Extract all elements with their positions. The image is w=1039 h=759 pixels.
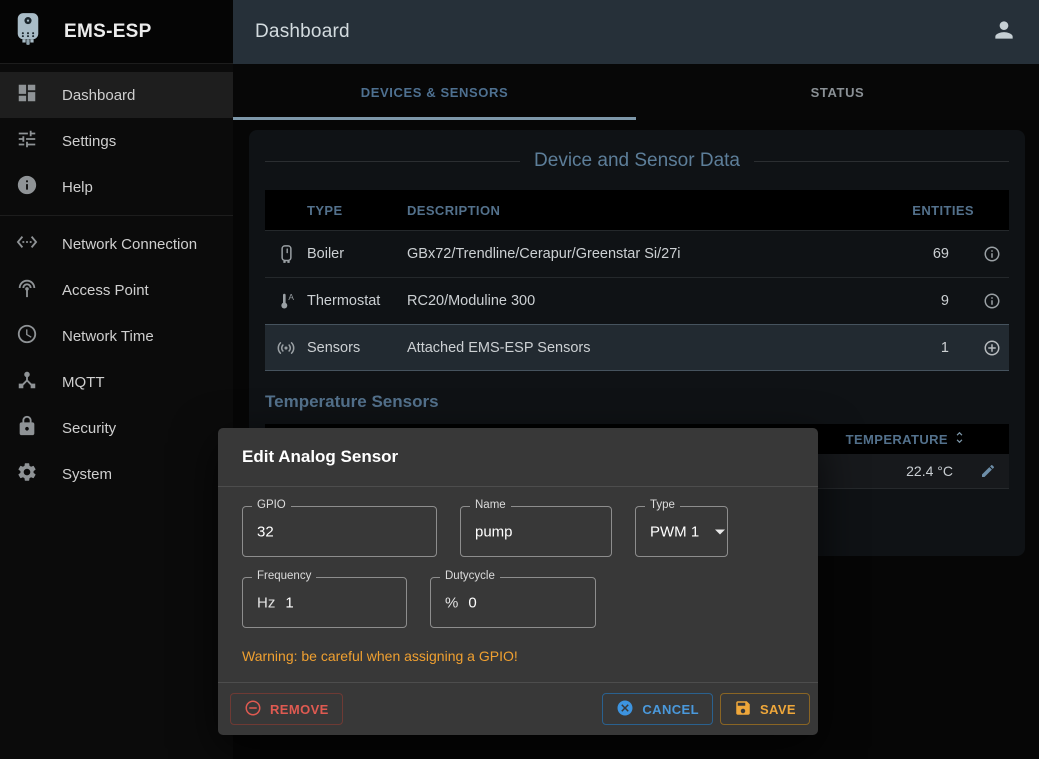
device-description: RC20/Moduline 300 xyxy=(407,293,804,309)
topbar: Dashboard xyxy=(233,0,1039,64)
boiler-logo-icon xyxy=(14,11,42,52)
divider xyxy=(265,161,520,162)
sidebar-item-label: Dashboard xyxy=(62,87,135,104)
dutycycle-value: 0 xyxy=(468,594,476,611)
sidebar-item-dashboard[interactable]: Dashboard xyxy=(0,72,233,118)
device-hub-icon xyxy=(16,369,38,395)
sidebar-item-label: Settings xyxy=(62,133,116,150)
sidebar-item-settings[interactable]: Settings xyxy=(0,118,233,164)
tune-icon xyxy=(16,128,38,154)
info-icon[interactable] xyxy=(974,292,1009,310)
sidebar-nav: Dashboard Settings Help Network Connecti… xyxy=(0,64,233,497)
table-row-boiler[interactable]: Boiler GBx72/Trendline/Cerapur/Greenstar… xyxy=(265,230,1009,277)
device-type: Boiler xyxy=(307,246,407,262)
frequency-label: Frequency xyxy=(252,570,316,582)
sidebar-item-label: System xyxy=(62,466,112,483)
edit-icon[interactable] xyxy=(967,463,1009,479)
frequency-value: 1 xyxy=(285,594,293,611)
device-entities: 9 xyxy=(804,293,974,309)
temperature-value: 22.4 °C xyxy=(807,463,967,479)
remove-button[interactable]: REMOVE xyxy=(230,693,343,725)
temperature-sensors-heading: Temperature Sensors xyxy=(265,392,1009,412)
dutycycle-unit: % xyxy=(445,594,458,611)
svg-text:A: A xyxy=(288,292,294,302)
device-type: Thermostat xyxy=(307,293,407,309)
device-description: Attached EMS-ESP Sensors xyxy=(407,340,804,356)
sidebar-item-network-time[interactable]: Network Time xyxy=(0,313,233,359)
info-icon xyxy=(16,174,38,200)
edit-analog-sensor-dialog: Edit Analog Sensor GPIO 32 Name pump Typ… xyxy=(218,428,818,735)
type-select[interactable]: Type PWM 1 xyxy=(635,506,728,557)
section-title: Device and Sensor Data xyxy=(534,150,740,172)
name-value: pump xyxy=(475,523,513,540)
name-field[interactable]: Name pump xyxy=(460,506,612,557)
column-header-type: TYPE xyxy=(307,203,407,218)
account-icon[interactable] xyxy=(991,17,1017,48)
sidebar-item-help[interactable]: Help xyxy=(0,164,233,210)
add-circle-icon[interactable] xyxy=(974,339,1009,357)
sidebar-item-label: Network Time xyxy=(62,328,154,345)
sidebar-item-label: MQTT xyxy=(62,374,105,391)
device-table-header: TYPE DESCRIPTION ENTITIES xyxy=(265,190,1009,230)
column-header-description: DESCRIPTION xyxy=(407,203,804,218)
sidebar-item-label: Help xyxy=(62,179,93,196)
cancel-circle-icon xyxy=(616,699,634,720)
device-type: Sensors xyxy=(307,340,407,356)
remove-circle-icon xyxy=(244,699,262,720)
dashboard-icon xyxy=(16,82,38,108)
sidebar-item-label: Access Point xyxy=(62,282,149,299)
page-title: Dashboard xyxy=(255,21,350,43)
gear-icon xyxy=(16,461,38,487)
gpio-label: GPIO xyxy=(252,499,291,511)
sidebar-item-network-connection[interactable]: Network Connection xyxy=(0,221,233,267)
gpio-field[interactable]: GPIO 32 xyxy=(242,506,437,557)
name-label: Name xyxy=(470,499,511,511)
dutycycle-label: Dutycycle xyxy=(440,570,500,582)
chevron-down-icon xyxy=(715,529,725,534)
boiler-icon xyxy=(265,244,307,265)
gpio-warning-text: Warning: be careful when assigning a GPI… xyxy=(242,648,794,664)
sidebar: EMS-ESP Dashboard Settings Help Netwo xyxy=(0,0,233,759)
device-entities: 1 xyxy=(804,340,974,356)
frequency-unit: Hz xyxy=(257,594,275,611)
sidebar-item-label: Network Connection xyxy=(62,236,197,253)
section-title-row: Device and Sensor Data xyxy=(265,150,1009,172)
thermostat-icon: A xyxy=(265,291,307,312)
cancel-button[interactable]: CANCEL xyxy=(602,693,713,725)
tab-devices-sensors[interactable]: DEVICES & SENSORS xyxy=(233,64,636,120)
divider xyxy=(754,161,1009,162)
ethernet-icon xyxy=(16,231,38,257)
save-icon xyxy=(734,699,752,720)
table-row-thermostat[interactable]: A Thermostat RC20/Moduline 300 9 xyxy=(265,277,1009,324)
gpio-value: 32 xyxy=(257,523,274,540)
sidebar-item-security[interactable]: Security xyxy=(0,405,233,451)
table-row-sensors[interactable]: Sensors Attached EMS-ESP Sensors 1 xyxy=(265,324,1009,371)
sort-icon xyxy=(952,430,967,448)
wifi-tethering-icon xyxy=(16,277,38,303)
tab-bar: DEVICES & SENSORS STATUS xyxy=(233,64,1039,120)
save-button[interactable]: SAVE xyxy=(720,693,810,725)
column-header-entities: ENTITIES xyxy=(804,203,974,218)
sidebar-divider xyxy=(0,215,233,216)
dutycycle-field[interactable]: Dutycycle % 0 xyxy=(430,577,596,628)
device-description: GBx72/Trendline/Cerapur/Greenstar Si/27i xyxy=(407,246,804,262)
column-header-temperature[interactable]: TEMPERATURE xyxy=(807,430,967,448)
device-entities: 69 xyxy=(804,246,974,262)
type-label: Type xyxy=(645,499,680,511)
app-logo-row: EMS-ESP xyxy=(0,0,233,64)
sidebar-item-system[interactable]: System xyxy=(0,451,233,497)
frequency-field[interactable]: Frequency Hz 1 xyxy=(242,577,407,628)
sensors-icon xyxy=(265,337,307,359)
sidebar-item-label: Security xyxy=(62,420,116,437)
dialog-title: Edit Analog Sensor xyxy=(218,428,818,487)
lock-icon xyxy=(16,415,38,441)
type-value: PWM 1 xyxy=(650,523,699,540)
app-title: EMS-ESP xyxy=(64,21,152,43)
dialog-footer: REMOVE CANCEL SAVE xyxy=(218,682,818,735)
sidebar-item-mqtt[interactable]: MQTT xyxy=(0,359,233,405)
info-icon[interactable] xyxy=(974,245,1009,263)
tab-status[interactable]: STATUS xyxy=(636,64,1039,120)
clock-icon xyxy=(16,323,38,349)
sidebar-item-access-point[interactable]: Access Point xyxy=(0,267,233,313)
